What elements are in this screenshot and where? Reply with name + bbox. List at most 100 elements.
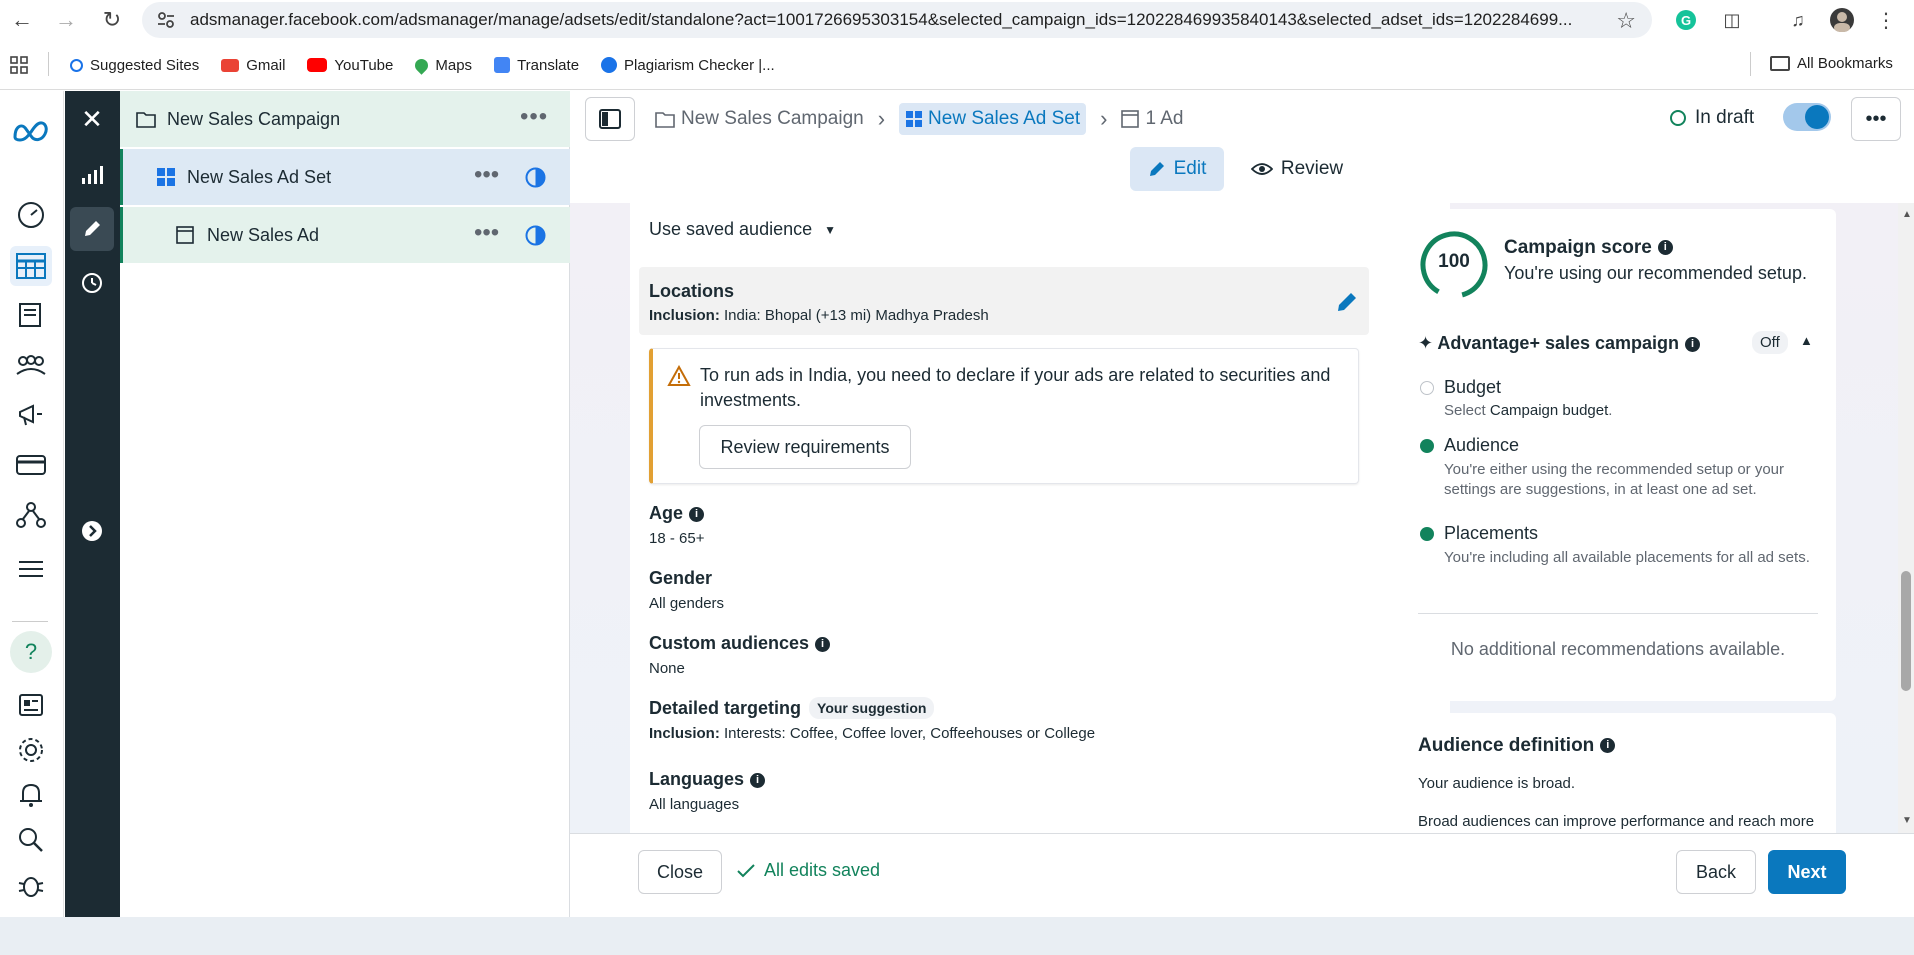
pencil-icon [1149,162,1164,176]
address-bar[interactable]: adsmanager.facebook.com/adsmanager/manag… [142,2,1652,38]
browser-menu-icon[interactable]: ⋮ [1874,8,1898,32]
folder-icon [136,112,156,128]
megaphone-icon[interactable] [10,395,52,435]
campaigns-table-icon[interactable] [10,246,52,286]
breadcrumb-ad[interactable]: 1 Ad [1145,108,1183,130]
bookmark-youtube[interactable]: YouTube [307,57,393,74]
bookmark-maps[interactable]: Maps [412,55,472,75]
meta-logo-icon[interactable] [10,111,52,151]
editor-content: Use saved audience ▼ Locations Inclusion… [570,203,1914,833]
back-button[interactable]: Back [1676,850,1756,894]
notifications-bell-icon[interactable] [10,775,52,815]
campaign-score-card: 100 Campaign score i You're using our rec… [1398,209,1836,701]
bookmark-gmail[interactable]: Gmail [221,57,285,74]
toggle-sidebar-button[interactable] [585,97,635,141]
forward-arrow-icon[interactable]: → [46,0,86,40]
all-bookmarks[interactable]: All Bookmarks [1770,55,1893,72]
warning-text: To run ads in India, you need to declare… [700,365,1331,410]
search-icon[interactable] [10,820,52,860]
tree-campaign-label: New Sales Campaign [167,108,341,129]
info-icon[interactable]: i [1685,336,1701,352]
folder-icon [1770,56,1790,71]
info-icon[interactable]: i [1657,240,1673,256]
campaign-tree: New Sales Campaign ••• New Sales Ad Set … [120,91,570,917]
checkmark-icon [737,863,755,877]
collapse-caret-icon[interactable]: ▲ [1800,333,1813,348]
tree-item-adset[interactable]: New Sales Ad Set ••• [120,149,570,205]
warning-triangle-icon [667,365,691,386]
history-clock-icon[interactable] [70,261,114,305]
advantage-state-badge: Off [1752,331,1788,354]
campaign-more-icon[interactable]: ••• [520,103,548,131]
next-button[interactable]: Next [1768,850,1846,894]
billing-card-icon[interactable] [10,445,52,485]
locations-row[interactable]: Locations Inclusion: India: Bhopal (+13 … [639,267,1369,335]
more-horizontal-icon: ••• [1865,107,1887,130]
recommendations-panel: 100 Campaign score i You're using our rec… [1378,203,1914,833]
youtube-icon [307,58,328,72]
tab-edit[interactable]: Edit [1130,147,1224,191]
reports-icon[interactable] [10,685,52,725]
adset-contrast-icon[interactable] [525,167,546,188]
tab-review[interactable]: Review [1242,147,1352,191]
info-icon[interactable]: i [815,636,831,652]
bar-chart-icon[interactable] [70,153,114,197]
tree-item-campaign[interactable]: New Sales Campaign ••• [120,91,570,147]
settings-gear-icon[interactable] [10,730,52,770]
hamburger-menu-icon[interactable] [10,549,52,589]
adset-more-icon[interactable]: ••• [474,161,499,189]
audiences-people-icon[interactable] [10,345,52,385]
no-more-recommendations: No additional recommendations available. [1450,639,1786,659]
detailed-targeting-title: Detailed targeting Your suggestion [649,697,935,719]
reload-icon[interactable]: ↻ [92,0,132,40]
grammarly-icon[interactable]: G [1674,8,1698,32]
edit-pencil-icon[interactable] [1336,291,1358,313]
media-control-icon[interactable]: ♫ [1786,8,1810,32]
save-status: All edits saved [736,860,880,881]
saved-audience-dropdown[interactable]: Use saved audience ▼ [649,219,836,240]
bookmark-translate[interactable]: Translate [494,57,579,74]
svg-text:G: G [1681,13,1691,28]
profile-avatar[interactable] [1830,8,1854,32]
site-info-icon[interactable] [156,10,176,30]
review-requirements-button[interactable]: Review requirements [699,425,911,469]
draft-toggle[interactable] [1783,103,1831,131]
folder-icon [655,112,675,128]
draft-circle-icon [1670,110,1686,126]
more-options-button[interactable]: ••• [1851,97,1901,141]
dashboard-gauge-icon[interactable] [10,195,52,235]
edit-pencil-icon[interactable] [70,207,114,251]
help-icon[interactable]: ? [10,631,52,673]
extensions-icon[interactable]: ◫ [1720,8,1744,32]
bookmark-suggested-sites[interactable]: Suggested Sites [70,57,199,74]
close-editor-icon[interactable]: ✕ [70,97,114,141]
bug-report-icon[interactable] [10,865,52,905]
info-icon[interactable]: i [750,772,766,788]
ads-manager-app: ? ✕ New Sales Campaign ••• New Sales Ad … [0,91,1914,917]
info-icon[interactable]: i [1600,738,1616,754]
close-button[interactable]: Close [638,850,722,894]
pages-icon[interactable] [10,295,52,335]
check-circle-icon [1420,527,1434,541]
tree-item-ad[interactable]: New Sales Ad ••• [120,207,570,263]
audience-definition-title: Audience definition i [1418,735,1616,757]
ad-contrast-icon[interactable] [525,225,546,246]
vertical-scrollbar[interactable]: ▲ ▼ [1898,203,1914,833]
ad-more-icon[interactable]: ••• [474,219,499,247]
bookmark-plagiarism-checker[interactable]: Plagiarism Checker |... [601,57,775,74]
info-icon[interactable]: i [689,506,705,522]
breadcrumb-campaign[interactable]: New Sales Campaign [681,108,864,130]
caret-down-icon: ▼ [824,222,836,237]
back-arrow-icon[interactable]: ← [2,0,42,40]
network-icon[interactable] [10,495,52,535]
bookmark-list: Suggested Sites Gmail YouTube Maps Trans… [70,40,797,90]
custom-audiences-title: Custom audiences i [649,633,831,654]
breadcrumb-adset[interactable]: New Sales Ad Set [899,103,1087,135]
bookmark-star-icon[interactable]: ☆ [1616,8,1636,34]
locations-title: Locations [649,281,735,301]
gender-title: Gender [649,568,713,588]
apps-grid-icon[interactable] [10,56,28,74]
draft-status: In draft [1670,107,1754,129]
url-text: adsmanager.facebook.com/adsmanager/manag… [190,10,1573,29]
expand-panel-icon[interactable] [70,509,114,553]
